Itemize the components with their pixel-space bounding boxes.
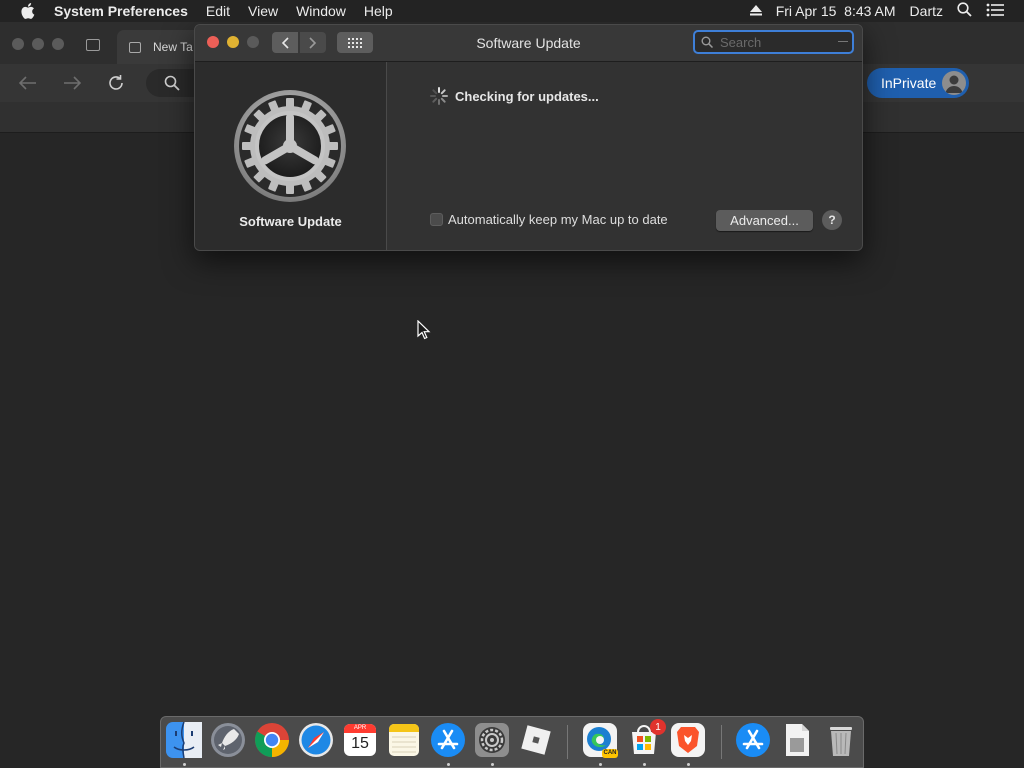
calendar-day: 15 xyxy=(351,735,369,752)
dock-roblox-icon[interactable] xyxy=(518,722,554,758)
tab-actions-icon[interactable] xyxy=(86,39,100,51)
search-clear-indicator xyxy=(838,41,848,42)
dock-edge-icon[interactable]: CAN xyxy=(582,722,618,758)
dock-running-indicator xyxy=(447,763,450,766)
menu-edit[interactable]: Edit xyxy=(206,3,230,19)
software-update-window: Software Update Search Software Update C… xyxy=(194,24,863,251)
eject-icon[interactable] xyxy=(749,3,762,19)
dock-finder-icon[interactable] xyxy=(166,721,202,759)
menu-app-name[interactable]: System Preferences xyxy=(54,3,188,19)
dock-documents-icon[interactable] xyxy=(779,722,815,758)
dock-running-indicator xyxy=(183,763,186,766)
window-titlebar: Software Update Search xyxy=(195,25,862,62)
spotlight-search-icon[interactable] xyxy=(957,2,972,20)
dock-launchpad-icon[interactable] xyxy=(210,722,246,758)
browser-minimize-button[interactable] xyxy=(32,38,44,50)
dock-notes-icon[interactable] xyxy=(386,722,422,758)
dock-system-preferences-icon[interactable] xyxy=(474,722,510,758)
address-bar[interactable] xyxy=(146,69,200,97)
progress-spinner-icon xyxy=(429,86,449,106)
notification-center-icon[interactable] xyxy=(986,3,1004,20)
edge-channel-badge: CAN xyxy=(602,749,618,758)
auto-update-label[interactable]: Automatically keep my Mac up to date xyxy=(448,212,668,227)
update-status-text: Checking for updates... xyxy=(455,89,599,104)
browser-close-button[interactable] xyxy=(12,38,24,50)
store-notification-badge: 1 xyxy=(650,719,666,735)
search-icon xyxy=(701,36,713,48)
menu-bar: System Preferences Edit View Window Help… xyxy=(0,0,1024,22)
profile-avatar-icon xyxy=(942,71,966,95)
dock-safari-icon[interactable] xyxy=(298,722,334,758)
mouse-cursor-icon xyxy=(417,319,431,340)
auto-update-checkbox[interactable] xyxy=(430,213,443,226)
dock-running-indicator xyxy=(491,763,494,766)
forward-arrow-icon[interactable] xyxy=(61,72,83,94)
dock-brave-icon[interactable] xyxy=(670,722,706,758)
apple-menu-icon[interactable] xyxy=(20,3,36,19)
dock-running-indicator xyxy=(599,763,602,766)
menu-help[interactable]: Help xyxy=(364,3,393,19)
back-arrow-icon[interactable] xyxy=(17,72,39,94)
inprivate-label: InPrivate xyxy=(881,75,937,91)
sidebar-title: Software Update xyxy=(239,214,342,229)
inprivate-button[interactable]: InPrivate xyxy=(867,68,969,98)
dock-chrome-icon[interactable] xyxy=(254,722,290,758)
software-update-sidebar: Software Update xyxy=(195,62,387,250)
calendar-month: APR xyxy=(353,725,367,731)
address-search-icon xyxy=(164,75,180,96)
menu-datetime[interactable]: Fri Apr 15 8:43 AM xyxy=(776,3,896,19)
dock-calendar-icon[interactable]: APR 15 xyxy=(342,722,378,758)
new-tab-page-icon xyxy=(129,42,141,53)
search-placeholder: Search xyxy=(720,34,762,50)
dock-separator xyxy=(567,725,568,759)
advanced-button[interactable]: Advanced... xyxy=(716,210,813,231)
menu-window[interactable]: Window xyxy=(296,3,346,19)
search-field[interactable]: Search xyxy=(693,30,854,54)
dock-running-indicator xyxy=(643,763,646,766)
menu-view[interactable]: View xyxy=(248,3,278,19)
dock-running-indicator xyxy=(687,763,690,766)
browser-tab-title: New Ta xyxy=(153,40,193,54)
dock-app-store-folder-icon[interactable] xyxy=(735,722,771,758)
dock-separator xyxy=(721,725,722,759)
menu-user[interactable]: Dartz xyxy=(910,3,943,19)
software-update-gear-icon xyxy=(233,89,347,203)
browser-maximize-button[interactable] xyxy=(52,38,64,50)
help-button[interactable]: ? xyxy=(822,210,842,230)
dock-app-store-icon[interactable] xyxy=(430,722,466,758)
refresh-icon[interactable] xyxy=(105,72,127,94)
dock-trash-icon[interactable] xyxy=(823,722,859,758)
dock: APR 15 CAN 1 xyxy=(160,716,864,768)
